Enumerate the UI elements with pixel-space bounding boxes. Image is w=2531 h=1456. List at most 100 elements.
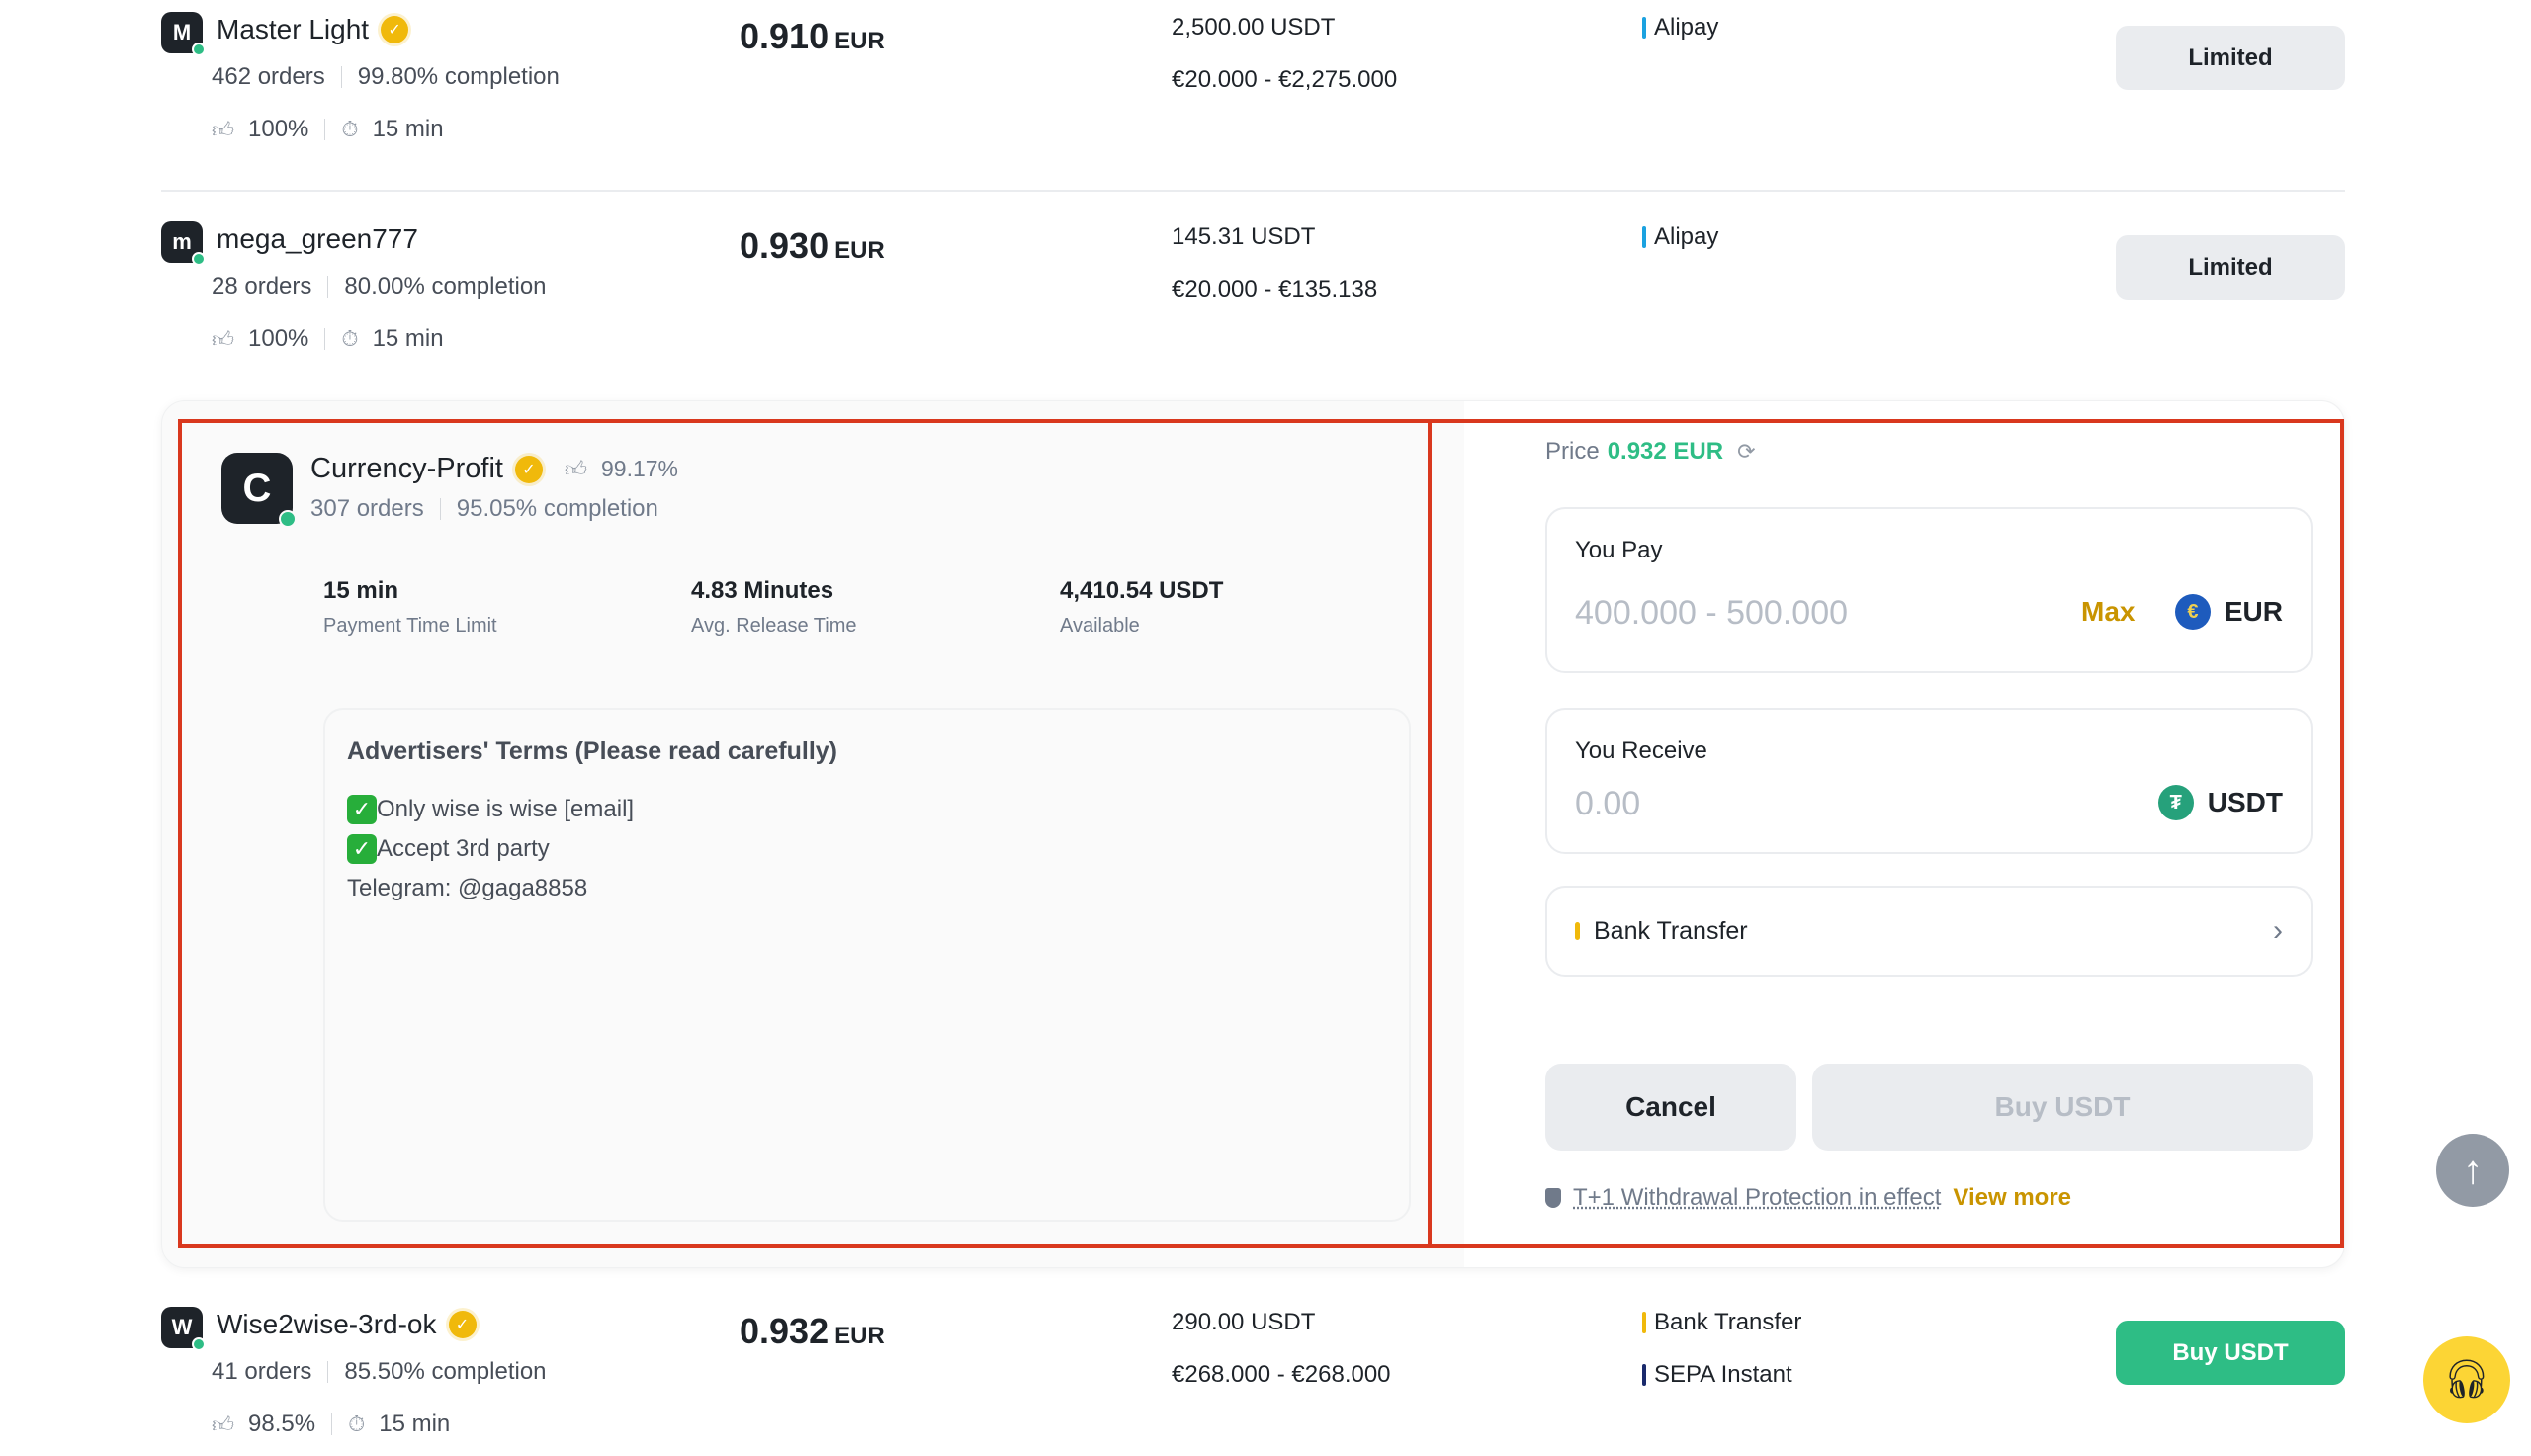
orders-count: 28 orders bbox=[212, 273, 312, 300]
orders-count: 307 orders bbox=[310, 495, 424, 522]
stopwatch-icon: ⏱︎ bbox=[341, 117, 359, 141]
stopwatch-icon: ⏱︎ bbox=[341, 326, 359, 351]
divider bbox=[439, 498, 441, 520]
avatar[interactable]: m bbox=[161, 221, 206, 266]
check-mark-icon: ✓ bbox=[347, 834, 377, 864]
rating: 98.5% bbox=[248, 1411, 316, 1437]
advertiser-name-text: Wise2wise-3rd-ok bbox=[217, 1309, 437, 1339]
divider bbox=[327, 1361, 329, 1383]
price: 0.932 EUR bbox=[740, 1311, 885, 1352]
verified-badge-icon: ✓ bbox=[381, 16, 409, 43]
terms-line: Telegram: @gaga8858 bbox=[347, 869, 1387, 908]
payment-time-limit: 15 min Payment Time Limit bbox=[323, 577, 497, 638]
protection-text[interactable]: T+1 Withdrawal Protection in effect bbox=[1573, 1184, 1941, 1212]
verified-badge-icon: ✓ bbox=[448, 1311, 477, 1338]
advertiser-name[interactable]: Wise2wise-3rd-ok ✓ bbox=[217, 1309, 477, 1340]
advertiser-rating: 👍︎ 99.17% bbox=[565, 456, 678, 482]
you-pay-input[interactable] bbox=[1575, 594, 2050, 633]
detail-label: Payment Time Limit bbox=[323, 615, 497, 637]
cancel-button[interactable]: Cancel bbox=[1545, 1064, 1796, 1151]
payment-method-label: Alipay bbox=[1654, 14, 1719, 41]
max-button[interactable]: Max bbox=[2081, 596, 2135, 628]
support-chat-button[interactable]: 🎧︎ bbox=[2423, 1336, 2510, 1423]
thumbs-up-icon: 👍︎ bbox=[212, 326, 234, 352]
payment-color-bar bbox=[1575, 922, 1580, 940]
payment-method: Alipay bbox=[1642, 14, 1718, 42]
orders-count: 462 orders bbox=[212, 63, 325, 90]
detail-value: 4.83 Minutes bbox=[691, 577, 834, 604]
price: 0.930 EUR bbox=[740, 225, 885, 267]
currency-code: USDT bbox=[2207, 787, 2283, 817]
verified-badge-icon: ✓ bbox=[515, 455, 543, 483]
payment-method-label: SEPA Instant bbox=[1654, 1361, 1792, 1388]
price: 0.910 EUR bbox=[740, 16, 885, 57]
online-status-dot bbox=[192, 252, 206, 266]
completion-rate: 99.80% completion bbox=[357, 63, 560, 90]
advertiser-meta: 👍︎ 98.5% ⏱︎ 15 min bbox=[212, 1411, 450, 1438]
avatar-letter: C bbox=[242, 466, 272, 510]
advertiser-meta: 👍︎ 100% ⏱︎ 15 min bbox=[212, 325, 444, 353]
buy-usdt-button[interactable]: Buy USDT bbox=[1812, 1064, 2313, 1151]
you-receive-label: You Receive bbox=[1575, 737, 1707, 764]
you-pay-field: You Pay Max € EUR bbox=[1545, 507, 2313, 673]
payment-method-label: Bank Transfer bbox=[1654, 1309, 1802, 1335]
price-label: Price bbox=[1545, 438, 1600, 465]
view-more-link[interactable]: View more bbox=[1953, 1184, 2071, 1212]
refresh-icon[interactable]: ⟳ bbox=[1737, 439, 1755, 465]
online-status-dot bbox=[192, 1337, 206, 1351]
you-receive-field: You Receive ₮ USDT bbox=[1545, 708, 2313, 854]
scroll-to-top-button[interactable]: ↑ bbox=[2436, 1134, 2509, 1207]
check-mark-icon: ✓ bbox=[347, 795, 377, 824]
you-receive-input[interactable] bbox=[1575, 785, 2050, 823]
orders-count: 41 orders bbox=[212, 1358, 312, 1385]
rating: 100% bbox=[248, 325, 309, 352]
rating: 100% bbox=[248, 116, 309, 142]
tether-coin-icon: ₮ bbox=[2157, 785, 2194, 820]
listing-row: M Master Light ✓ 462 orders 99.80% complet… bbox=[161, 12, 2345, 170]
expanded-ad-card: C Currency-Profit ✓ 👍︎ 99.17% 307 orders 9… bbox=[161, 400, 2345, 1268]
advertiser-name[interactable]: Master Light ✓ bbox=[217, 14, 409, 45]
advertiser-name-text: Master Light bbox=[217, 14, 370, 44]
order-form-panel: Price 0.932 EUR ⟳ You Pay Max € EUR You R… bbox=[1464, 401, 2344, 1267]
completion-rate: 85.50% completion bbox=[344, 1358, 547, 1385]
avatar[interactable]: W bbox=[161, 1307, 206, 1351]
completion-rate: 80.00% completion bbox=[344, 273, 547, 300]
payment-method-label: Alipay bbox=[1654, 223, 1719, 250]
advertiser-name[interactable]: mega_green777 bbox=[217, 223, 418, 255]
available-amount: 290.00 USDT bbox=[1172, 1309, 1316, 1335]
advertiser-meta: 👍︎ 100% ⏱︎ 15 min bbox=[212, 116, 444, 143]
time-limit: 15 min bbox=[379, 1411, 451, 1437]
payment-method: Bank Transfer bbox=[1642, 1309, 1801, 1336]
avatar[interactable]: M bbox=[161, 12, 206, 56]
online-status-dot bbox=[279, 510, 297, 528]
online-status-dot bbox=[192, 43, 206, 56]
advertiser-name[interactable]: Currency-Profit ✓ 👍︎ 99.17% bbox=[310, 453, 678, 485]
payment-method-select[interactable]: Bank Transfer › bbox=[1545, 886, 2313, 977]
ad-details-panel: C Currency-Profit ✓ 👍︎ 99.17% 307 orders 9… bbox=[162, 401, 1464, 1267]
price-value: 0.932 bbox=[740, 1311, 829, 1351]
chevron-right-icon: › bbox=[2273, 914, 2283, 947]
detail-value: 15 min bbox=[323, 577, 399, 604]
price-value: 0.930 bbox=[740, 225, 829, 266]
detail-value: 4,410.54 USDT bbox=[1060, 577, 1224, 604]
advertiser-stats: 28 orders 80.00% completion bbox=[212, 273, 547, 300]
payment-color-bar bbox=[1642, 1364, 1646, 1386]
detail-label: Avg. Release Time bbox=[691, 615, 857, 637]
avatar-letter: W bbox=[171, 1315, 193, 1339]
divider bbox=[324, 328, 326, 350]
payment-method-label: Bank Transfer bbox=[1594, 916, 1748, 945]
completion-rate: 95.05% completion bbox=[456, 495, 658, 522]
limited-button[interactable]: Limited bbox=[2116, 26, 2345, 90]
terms-text: Accept 3rd party bbox=[377, 835, 550, 862]
time-limit: 15 min bbox=[372, 325, 444, 352]
available-amount: 145.31 USDT bbox=[1172, 223, 1316, 250]
currency-code: EUR bbox=[2224, 596, 2283, 627]
you-pay-label: You Pay bbox=[1575, 537, 1663, 563]
buy-usdt-button[interactable]: Buy USDT bbox=[2116, 1321, 2345, 1385]
limited-button[interactable]: Limited bbox=[2116, 235, 2345, 300]
avatar-letter: M bbox=[172, 20, 192, 44]
avatar-letter: m bbox=[172, 229, 192, 254]
available-amount: 4,410.54 USDT Available bbox=[1060, 577, 1223, 638]
pay-currency: € EUR bbox=[2174, 594, 2283, 630]
avatar[interactable]: C bbox=[221, 453, 297, 528]
